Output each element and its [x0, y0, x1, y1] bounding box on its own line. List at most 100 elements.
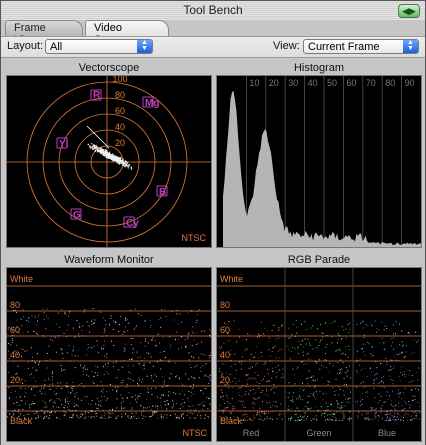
- rgb-parade-dot: [365, 419, 366, 420]
- view-select-value: Current Frame: [308, 41, 380, 53]
- waveform-dot: [207, 376, 208, 377]
- rgb-parade-dot: [385, 420, 386, 421]
- vectorscope-scale-label: 100: [112, 76, 127, 84]
- title-bar[interactable]: Tool Bench ◀▶: [1, 1, 425, 21]
- rgb-parade-dot: [303, 390, 304, 391]
- waveform-dot: [132, 413, 133, 414]
- rgb-parade-dot: [255, 372, 256, 373]
- rgb-parade-dot: [268, 395, 269, 396]
- waveform-dot: [148, 392, 149, 393]
- rgb-parade-dot: [393, 360, 394, 361]
- waveform-dot: [121, 414, 122, 415]
- rgb-parade-dot: [409, 382, 410, 383]
- rgb-parade-dot: [328, 381, 329, 382]
- histogram-tick-label: 20: [269, 78, 279, 88]
- vectorscope-dot: [92, 146, 93, 147]
- waveform-dot: [50, 359, 51, 360]
- waveform-dot: [123, 401, 124, 402]
- layout-select[interactable]: All ▲▼: [45, 39, 153, 54]
- waveform-dot: [48, 378, 49, 379]
- waveform-dot: [152, 415, 153, 416]
- rgb-parade-dot: [265, 328, 266, 329]
- rgb-parade-dot: [381, 381, 382, 382]
- histogram-tick-label: 70: [366, 78, 376, 88]
- rgb-parade-dot: [361, 414, 362, 415]
- waveform-dot: [87, 369, 88, 370]
- waveform-dot: [152, 339, 153, 340]
- waveform-dot: [66, 383, 67, 384]
- view-select[interactable]: Current Frame ▲▼: [303, 39, 419, 54]
- rgb-parade-dot: [269, 380, 270, 381]
- rgb-parade-dot: [230, 361, 231, 362]
- rgb-parade-dot: [236, 370, 237, 371]
- waveform-dot: [157, 418, 158, 419]
- rgb-parade-dot: [281, 326, 282, 327]
- waveform-dot: [151, 357, 152, 358]
- waveform-dot: [94, 346, 95, 347]
- waveform-dot: [16, 345, 17, 346]
- waveform-dot: [192, 345, 193, 346]
- rgb-parade-dot: [415, 411, 416, 412]
- waveform-dot: [34, 403, 35, 404]
- waveform-dot: [196, 365, 197, 366]
- vectorscope-display[interactable]: 100 80 60 40 20 R Mg B: [6, 75, 212, 248]
- rgb-parade-dot: [405, 356, 406, 357]
- vectorscope-dot: [106, 154, 107, 155]
- rgb-parade-dot: [344, 395, 345, 396]
- rgb-parade-dot: [296, 333, 297, 334]
- rgb-parade-dot: [321, 415, 322, 416]
- waveform-dot: [45, 402, 46, 403]
- waveform-dot: [153, 380, 154, 381]
- histogram-display[interactable]: 102030405060708090: [216, 75, 422, 248]
- rgb-parade-dot: [362, 349, 363, 350]
- tab-video-scopes[interactable]: Video Scopes: [85, 20, 169, 36]
- waveform-dot: [64, 369, 65, 370]
- waveform-dot: [59, 398, 60, 399]
- waveform-dot: [52, 340, 53, 341]
- rgb-parade-dot: [232, 409, 233, 410]
- waveform-dot: [111, 341, 112, 342]
- waveform-dot: [72, 417, 73, 418]
- waveform-dot: [144, 358, 145, 359]
- waveform-dot: [121, 382, 122, 383]
- rgb-parade-dot: [356, 361, 357, 362]
- rgb-parade-dot: [365, 392, 366, 393]
- rgb-parade-dot: [326, 367, 327, 368]
- waveform-dot: [61, 388, 62, 389]
- rgb-parade-dot: [330, 404, 331, 405]
- rgb-parade-dot: [291, 400, 292, 401]
- tab-frame-viewer[interactable]: Frame Viewer: [5, 20, 83, 36]
- waveform-dot: [70, 410, 71, 411]
- waveform-dot: [163, 395, 164, 396]
- waveform-dot: [198, 357, 199, 358]
- rgb-parade-dot: [315, 380, 316, 381]
- rgb-parade-dot: [404, 356, 405, 357]
- rgb-parade-display[interactable]: White 80 60 40 20 Black Red Green Blue: [216, 267, 422, 442]
- rgb-parade-dot: [393, 333, 394, 334]
- waveform-dot: [145, 407, 146, 408]
- vectorscope-dot: [105, 153, 106, 154]
- rgb-parade-dot: [364, 337, 365, 338]
- waveform-dot: [179, 418, 180, 419]
- waveform-dot: [43, 418, 44, 419]
- rgb-parade-dot: [276, 339, 277, 340]
- waveform-dot: [38, 415, 39, 416]
- rgb-parade-dot: [341, 405, 342, 406]
- waveform-dot: [209, 335, 210, 336]
- waveform-dot: [125, 344, 126, 345]
- waveform-dot: [72, 415, 73, 416]
- rgb-parade-dot: [309, 386, 310, 387]
- waveform-dot: [203, 354, 204, 355]
- waveform-dot: [124, 332, 125, 333]
- rgb-parade-dot: [312, 349, 313, 350]
- rgb-parade-dot: [365, 385, 366, 386]
- rgb-parade-dot: [275, 346, 276, 347]
- waveform-dot: [187, 415, 188, 416]
- waveform-dot: [85, 413, 86, 414]
- toolbar-toggle-button[interactable]: ◀▶: [398, 4, 420, 18]
- waveform-dot: [200, 404, 201, 405]
- waveform-display[interactable]: White 80 60 40 20 Black NTSC: [6, 267, 212, 442]
- rgb-parade-dot: [385, 326, 386, 327]
- rgb-parade-dot: [345, 399, 346, 400]
- waveform-dot: [46, 367, 47, 368]
